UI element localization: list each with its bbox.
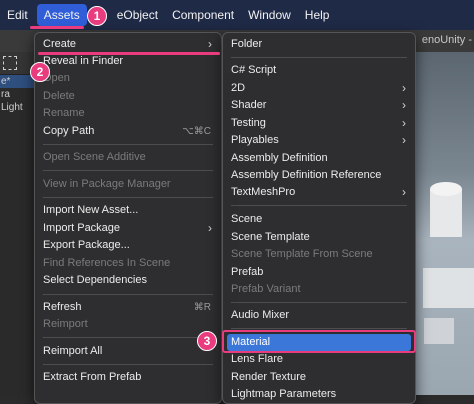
menu-item-prefab[interactable]: Prefab [227,264,411,281]
menu-separator [231,328,407,329]
menu-item-playables[interactable]: Playables › [227,132,411,149]
menu-item-reimport-all[interactable]: Reimport All [39,343,217,360]
menu-item-testing[interactable]: Testing › [227,115,411,132]
create-underline [38,52,220,55]
scene-cube [423,268,474,308]
menu-separator [43,337,213,338]
assets-underline [30,26,84,29]
chevron-right-icon: › [402,116,406,130]
menu-separator [43,144,213,145]
step-badge-1: 1 [87,6,107,26]
menu-item-find-references-in-scene: Find References In Scene [43,257,171,269]
menu-assets[interactable]: Assets [36,4,87,26]
menu-item-select-dependencies[interactable]: Select Dependencies [39,272,217,289]
menu-separator [231,57,407,58]
window-title: enoUnity - [421,34,472,46]
step-badge-3: 3 [197,331,217,351]
menu-window[interactable]: Window [241,0,298,30]
menu-item-assembly-definition-reference[interactable]: Assembly Definition Reference [227,167,411,184]
menu-item-render-texture[interactable]: Render Texture [227,369,411,386]
menu-item-lens-flare[interactable]: Lens Flare [227,351,411,368]
shortcut-label: ⌘R [193,302,211,313]
menu-item-open: Open [43,72,70,84]
shortcut-label: ⌥⌘C [182,126,211,137]
menu-item-audio-mixer[interactable]: Audio Mixer [227,307,411,324]
chevron-right-icon: › [402,185,406,199]
chevron-right-icon: › [402,98,406,112]
chevron-right-icon: › [208,37,212,51]
menu-item-import-package[interactable]: Import Package › [39,220,217,237]
menu-item-assembly-definition[interactable]: Assembly Definition [227,150,411,167]
scene-cylinder-top [430,182,462,196]
menu-item-delete: Delete [43,90,75,102]
menu-item-scene-template-from-scene: Scene Template From Scene [231,248,373,260]
menu-item-csharp-script[interactable]: C# Script [227,62,411,79]
hierarchy-row[interactable]: Light [0,101,36,114]
menu-item-create[interactable]: Create › [39,36,217,53]
material-highlight-box [222,330,416,353]
assets-menu: Create › Reveal in Finder Open Delete Ren… [34,32,222,404]
menu-item-shader[interactable]: Shader › [227,97,411,114]
menu-item-refresh[interactable]: Refresh ⌘R [39,299,217,316]
menu-item-extract-from-prefab[interactable]: Extract From Prefab [39,369,217,386]
menu-item-folder[interactable]: Folder [227,36,411,53]
chevron-right-icon: › [402,81,406,95]
menu-item-open-scene-additive: Open Scene Additive [43,151,146,163]
hierarchy-row[interactable]: ra [0,88,36,101]
step-badge-2: 2 [30,62,50,82]
menu-item-import-new-asset[interactable]: Import New Asset... [39,202,217,219]
menu-item-export-package[interactable]: Export Package... [39,237,217,254]
menu-item-view-in-package-manager: View in Package Manager [43,178,171,190]
menu-separator [43,294,213,295]
scene-cylinder [430,189,462,237]
menu-item-prefab-variant: Prefab Variant [231,283,301,295]
menu-component[interactable]: Component [165,0,241,30]
menu-help[interactable]: Help [298,0,337,30]
menu-separator [231,302,407,303]
scene-cube [424,318,454,344]
menu-item-lightmap-parameters[interactable]: Lightmap Parameters [227,386,411,400]
chevron-right-icon: › [208,221,212,235]
menu-item-copy-path[interactable]: Copy Path ⌥⌘C [39,123,217,140]
menu-item-scene[interactable]: Scene [227,211,411,228]
menu-item-reveal-in-finder[interactable]: Reveal in Finder [39,53,217,70]
menu-separator [43,364,213,365]
menu-item-textmeshpro[interactable]: TextMeshPro › [227,184,411,201]
menu-item-scene-template[interactable]: Scene Template [227,229,411,246]
hierarchy-panel: e* ra Light [0,75,36,395]
menu-separator [231,205,407,206]
chevron-right-icon: › [402,133,406,147]
menu-item-2d[interactable]: 2D › [227,80,411,97]
menu-separator [43,197,213,198]
menu-item-reimport: Reimport [43,318,88,330]
menu-separator [43,170,213,171]
menu-item-rename: Rename [43,107,85,119]
rect-tool-icon[interactable] [3,56,17,70]
